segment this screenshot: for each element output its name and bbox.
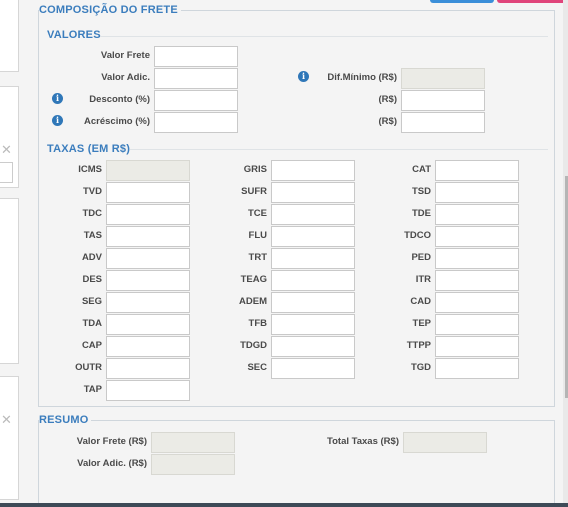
desconto-label: Desconto (%) — [89, 94, 150, 105]
taxa-sec-label: SEC — [247, 362, 267, 373]
taxa-ttpp-label: TTPP — [406, 340, 431, 351]
desconto-rs-input[interactable] — [401, 90, 485, 111]
taxa-cad-input[interactable] — [435, 292, 519, 313]
taxa-des-label: DES — [82, 274, 102, 285]
top-button-blue[interactable] — [430, 0, 494, 3]
taxa-icms-input — [106, 160, 190, 181]
taxa-tde-label: TDE — [412, 208, 431, 219]
taxa-tas-label: TAS — [83, 230, 102, 241]
taxa-trt-input[interactable] — [271, 248, 355, 269]
taxa-adv-input[interactable] — [106, 248, 190, 269]
taxa-adem-label: ADEM — [239, 296, 267, 307]
taxa-tda-label: TDA — [82, 318, 102, 329]
acrescimo-input[interactable] — [154, 112, 238, 133]
valores-divider — [100, 36, 548, 37]
taxa-sufr-input[interactable] — [271, 182, 355, 203]
taxa-cad-label: CAD — [410, 296, 431, 307]
taxa-flu-input[interactable] — [271, 226, 355, 247]
resumo-valor-frete-input — [151, 432, 235, 453]
taxa-icms-label: ICMS — [78, 164, 102, 175]
taxa-teag-label: TEAG — [240, 274, 267, 285]
taxa-tas-input[interactable] — [106, 226, 190, 247]
taxa-tsd-input[interactable] — [435, 182, 519, 203]
taxa-tfb-input[interactable] — [271, 314, 355, 335]
close-icon[interactable]: ✕ — [0, 412, 13, 428]
close-icon[interactable]: ✕ — [0, 142, 13, 158]
taxa-tdc-label: TDC — [82, 208, 102, 219]
taxa-cap-input[interactable] — [106, 336, 190, 357]
taxa-seg-input[interactable] — [106, 292, 190, 313]
taxa-sec-input[interactable] — [271, 358, 355, 379]
taxa-trt-label: TRT — [248, 252, 267, 263]
resumo-valor-adic-label: Valor Adic. (R$) — [77, 458, 147, 469]
resumo-valor-adic-input — [151, 454, 235, 475]
taxa-outr-input[interactable] — [106, 358, 190, 379]
desconto-rs-label: (R$) — [378, 94, 397, 105]
taxa-tdco-label: TDCO — [404, 230, 431, 241]
taxa-sufr-label: SUFR — [241, 186, 267, 197]
left-panel-bottom — [0, 376, 19, 500]
taxa-tdgd-label: TDGD — [240, 340, 267, 351]
resumo-total-taxas-label: Total Taxas (R$) — [327, 436, 399, 447]
left-panel-list — [0, 198, 19, 364]
resumo-valor-frete-label: Valor Frete (R$) — [76, 436, 147, 447]
resumo-legend: RESUMO — [39, 414, 89, 426]
dif-minimo-input — [401, 68, 485, 89]
taxa-cat-input[interactable] — [435, 160, 519, 181]
taxa-outr-label: OUTR — [75, 362, 102, 373]
taxa-ped-input[interactable] — [435, 248, 519, 269]
desconto-input[interactable] — [154, 90, 238, 111]
taxa-gris-label: GRIS — [243, 164, 267, 175]
valor-adic-label: Valor Adic. — [101, 72, 150, 83]
taxa-tdgd-input[interactable] — [271, 336, 355, 357]
acrescimo-rs-input[interactable] — [401, 112, 485, 133]
taxa-gris-input[interactable] — [271, 160, 355, 181]
valores-title: VALORES — [47, 29, 101, 41]
taxa-tep-input[interactable] — [435, 314, 519, 335]
taxa-tfb-label: TFB — [248, 318, 267, 329]
taxa-tep-label: TEP — [412, 318, 431, 329]
taxa-adv-label: ADV — [81, 252, 102, 263]
valor-frete-label: Valor Frete — [100, 50, 150, 61]
taxa-adem-input[interactable] — [271, 292, 355, 313]
valor-frete-input[interactable] — [154, 46, 238, 67]
taxa-tvd-input[interactable] — [106, 182, 190, 203]
taxas-divider — [130, 149, 548, 150]
taxa-tda-input[interactable] — [106, 314, 190, 335]
taxa-tap-label: TAP — [83, 384, 102, 395]
taxa-tvd-label: TVD — [83, 186, 102, 197]
bottom-bar — [0, 503, 568, 507]
taxa-des-input[interactable] — [106, 270, 190, 291]
valor-adic-input[interactable] — [154, 68, 238, 89]
left-panel-top — [0, 0, 19, 72]
info-circle-icon[interactable]: i — [298, 71, 309, 82]
dif-minimo-label: Dif.Mínimo (R$) — [327, 72, 397, 83]
top-button-pink[interactable] — [497, 0, 568, 3]
taxa-itr-label: ITR — [415, 274, 431, 285]
taxa-tsd-label: TSD — [412, 186, 431, 197]
taxa-tdc-input[interactable] — [106, 204, 190, 225]
taxa-tgd-input[interactable] — [435, 358, 519, 379]
taxa-tce-label: TCE — [248, 208, 267, 219]
resumo-total-taxas-input — [403, 432, 487, 453]
acrescimo-label: Acréscimo (%) — [84, 116, 150, 127]
taxa-tde-input[interactable] — [435, 204, 519, 225]
taxa-tap-input[interactable] — [106, 380, 190, 401]
taxa-ttpp-input[interactable] — [435, 336, 519, 357]
taxas-title: TAXAS (EM R$) — [47, 143, 131, 155]
left-input-field[interactable] — [0, 162, 13, 183]
acrescimo-rs-label: (R$) — [378, 116, 397, 127]
taxa-seg-label: SEG — [81, 296, 102, 307]
taxa-cap-label: CAP — [81, 340, 102, 351]
taxa-itr-input[interactable] — [435, 270, 519, 291]
taxa-cat-label: CAT — [412, 164, 431, 175]
taxa-tce-input[interactable] — [271, 204, 355, 225]
taxa-tgd-label: TGD — [410, 362, 431, 373]
taxa-ped-label: PED — [411, 252, 431, 263]
taxa-flu-label: FLU — [248, 230, 267, 241]
taxa-tdco-input[interactable] — [435, 226, 519, 247]
composicao-frete-legend: COMPOSIÇÃO DO FRETE — [39, 4, 178, 16]
taxa-teag-input[interactable] — [271, 270, 355, 291]
